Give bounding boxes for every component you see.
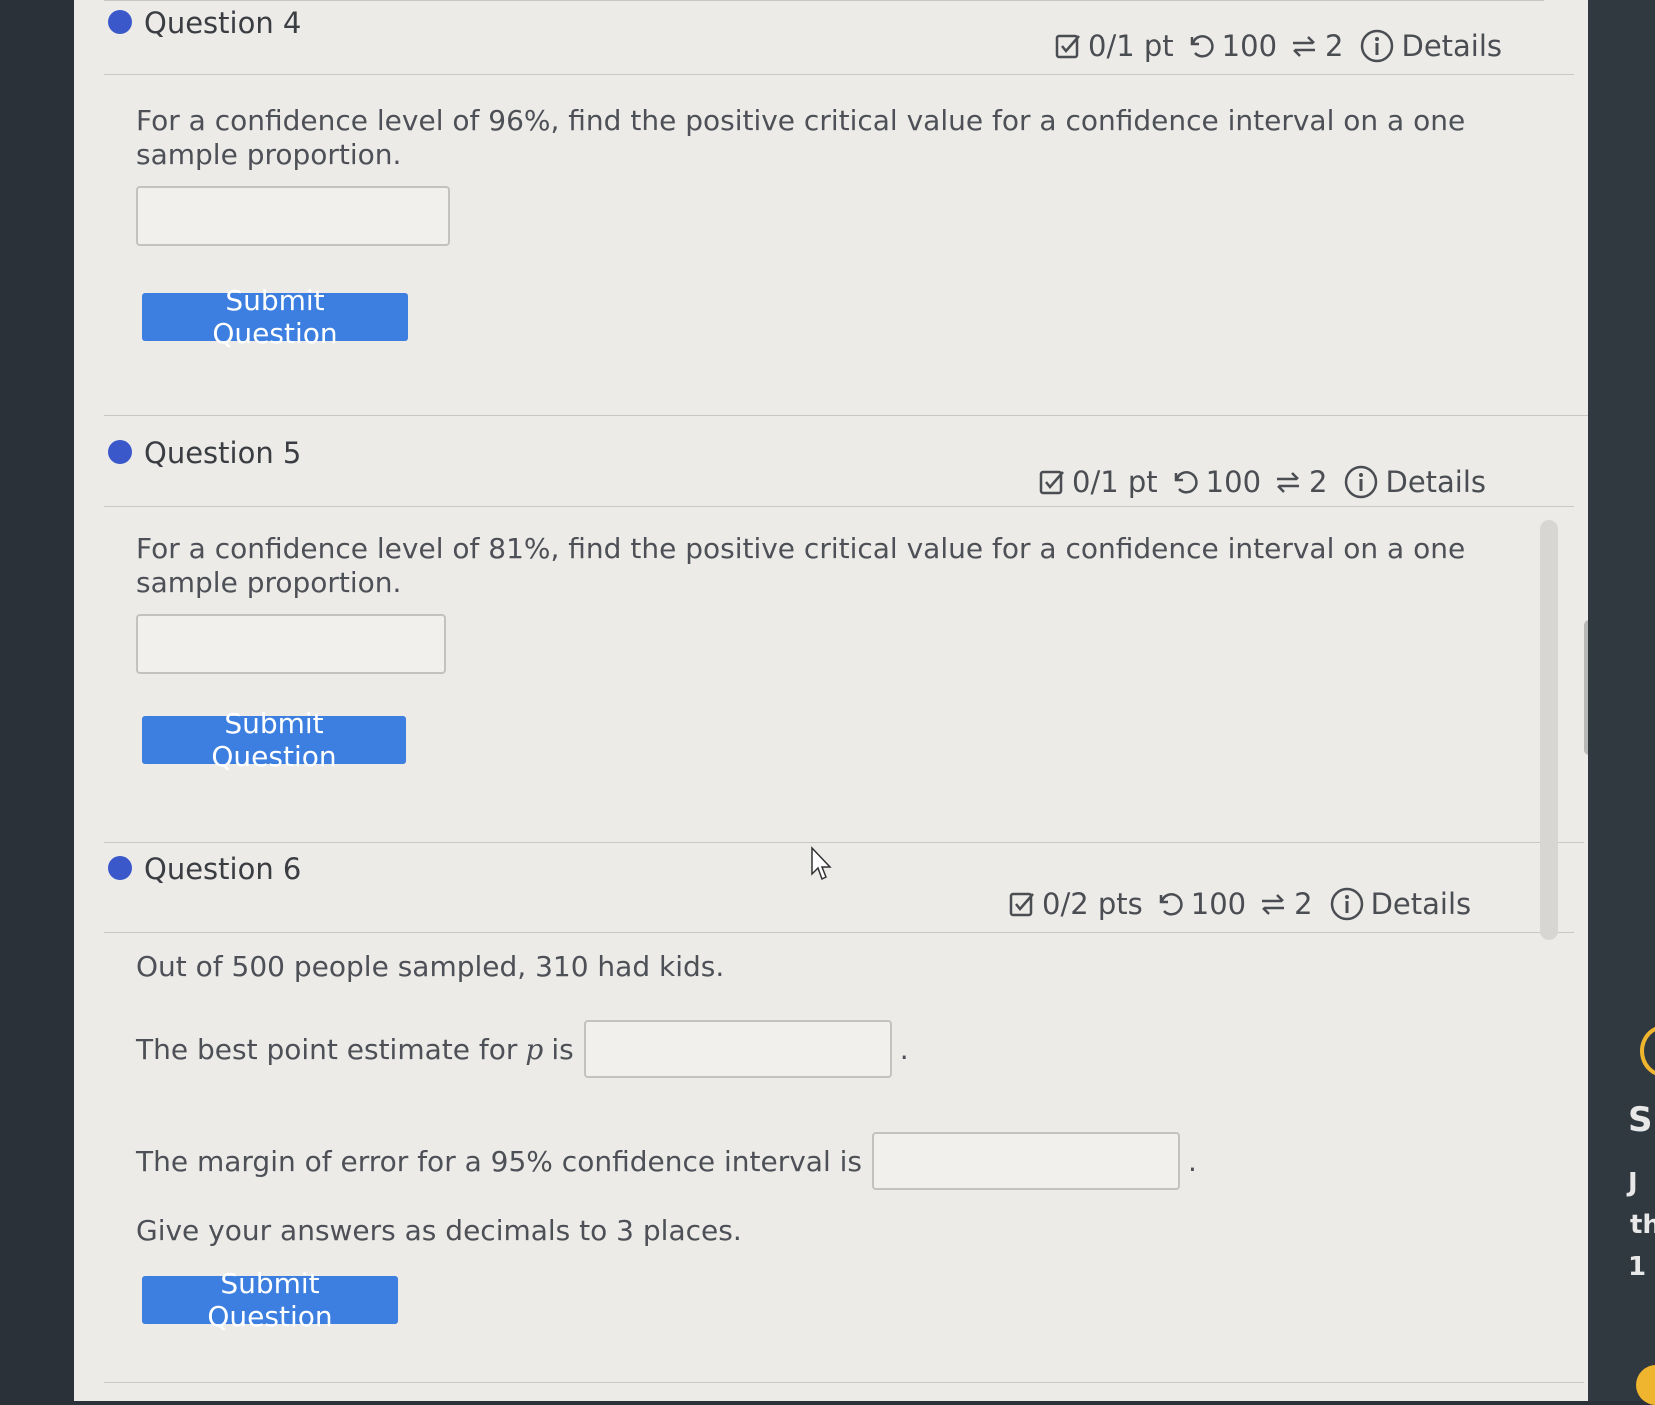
question-prompt: For a confidence level of 96%, find the … (136, 104, 1516, 172)
details-label: Details (1385, 465, 1487, 499)
details-label: Details (1401, 29, 1503, 63)
checkbox-icon (1009, 892, 1034, 917)
period: . (1188, 1144, 1197, 1178)
retries-indicator: 100 (1155, 887, 1246, 921)
submit-question-button[interactable]: Submit Question (142, 707, 406, 773)
attempts-icon (1262, 894, 1285, 915)
attempts-text: 2 (1294, 887, 1313, 921)
question-status-dot (108, 10, 132, 34)
point-estimate-is: is (551, 1032, 574, 1066)
submit-question-button[interactable]: Submit Question (142, 284, 408, 350)
period: . (899, 1032, 909, 1066)
retries-text: 100 (1190, 887, 1247, 921)
question-title: Question 5 (144, 436, 302, 470)
edge-fragment: th (1630, 1210, 1655, 1240)
attempts-text: 2 (1309, 465, 1328, 499)
question-title: Question 4 (144, 6, 302, 40)
prompt-line: sample proportion. (136, 566, 402, 599)
quiz-page: Question 4 0/1 pt 100 2 Details For a co… (74, 0, 1610, 1401)
edge-fragment: 1 (1628, 1252, 1647, 1282)
question-meta: 0/1 pt 100 2 Details (1054, 28, 1502, 64)
question-intro: Out of 500 people sampled, 310 had kids. (136, 950, 725, 983)
question-prompt: For a confidence level of 81%, find the … (136, 532, 1516, 600)
edge-fragment: S (1628, 1100, 1653, 1140)
answer-input[interactable] (136, 186, 450, 246)
margin-of-error-label: The margin of error for a 95% confidence… (136, 1144, 862, 1178)
attempts-indicator: 2 (1258, 887, 1313, 921)
divider (104, 415, 1604, 416)
details-label: Details (1370, 887, 1472, 921)
question-meta: 0/2 pts 100 2 Details (1008, 886, 1471, 922)
retry-icon (1159, 893, 1183, 916)
attempts-indicator: 2 (1289, 29, 1343, 63)
scrollbar-track[interactable] (1540, 520, 1558, 940)
points-indicator: 0/1 pt (1054, 29, 1174, 63)
question-title: Question 6 (144, 852, 302, 886)
points-indicator: 0/1 pt (1038, 465, 1158, 499)
details-link[interactable]: Details (1343, 464, 1486, 500)
answer-input[interactable] (136, 614, 446, 674)
divider (104, 506, 1574, 507)
retries-text: 100 (1221, 29, 1278, 63)
points-text: 0/1 pt (1072, 465, 1158, 499)
instructions-text: Give your answers as decimals to 3 place… (136, 1214, 742, 1247)
points-text: 0/2 pts (1042, 887, 1143, 921)
points-text: 0/1 pt (1088, 29, 1174, 63)
variable-p: p (525, 1032, 544, 1066)
point-estimate-row: The best point estimate for p is . (136, 1020, 909, 1078)
prompt-line: For a confidence level of 81%, find the … (136, 532, 1466, 565)
divider (104, 0, 1544, 1)
attempts-icon (1277, 472, 1300, 493)
divider (104, 932, 1574, 933)
question-status-dot (108, 440, 132, 464)
retries-indicator: 100 (1186, 29, 1277, 63)
margin-of-error-input[interactable] (872, 1132, 1180, 1190)
mouse-cursor-icon (811, 846, 832, 881)
divider (104, 74, 1574, 75)
retries-indicator: 100 (1170, 465, 1261, 499)
divider (104, 1382, 1584, 1383)
retries-text: 100 (1205, 465, 1262, 499)
prompt-line: sample proportion. (136, 138, 402, 171)
retry-icon (1174, 471, 1198, 494)
retry-icon (1190, 35, 1214, 58)
checkbox-icon (1039, 470, 1064, 495)
info-icon (1361, 29, 1394, 63)
info-icon (1330, 887, 1363, 921)
attempts-icon (1293, 36, 1316, 57)
points-indicator: 0/2 pts (1008, 887, 1143, 921)
attempts-indicator: 2 (1273, 465, 1327, 499)
checkbox-icon (1055, 34, 1080, 59)
point-estimate-input[interactable] (583, 1020, 892, 1078)
question-meta: 0/1 pt 100 2 Details (1038, 464, 1486, 500)
details-link[interactable]: Details (1359, 28, 1502, 64)
question-status-dot (108, 856, 132, 880)
attempts-text: 2 (1325, 29, 1344, 63)
edge-fragment: J (1628, 1168, 1638, 1198)
divider (104, 842, 1584, 843)
prompt-line: For a confidence level of 96%, find the … (136, 104, 1466, 137)
point-estimate-label: The best point estimate for (136, 1032, 518, 1066)
margin-of-error-row: The margin of error for a 95% confidence… (136, 1132, 1197, 1190)
info-icon (1345, 465, 1378, 499)
adjacent-window-edge (1588, 0, 1655, 1401)
submit-question-button[interactable]: Submit Question (142, 1267, 398, 1333)
details-link[interactable]: Details (1329, 886, 1472, 922)
